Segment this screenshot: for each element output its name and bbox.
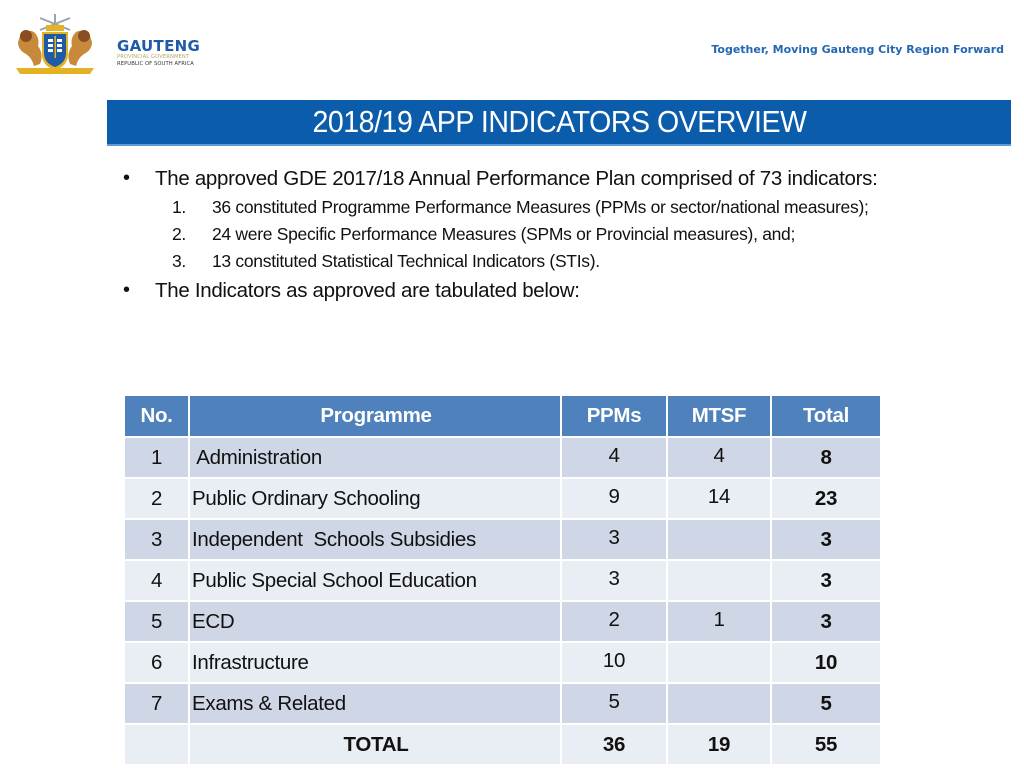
table-row: 5 ECD 2 1 3 (123, 600, 882, 643)
bullet-item: • The approved GDE 2017/18 Annual Perfor… (120, 163, 980, 194)
cell-ppms: 5 (560, 682, 668, 725)
cell-programme: Public Ordinary Schooling (188, 477, 562, 520)
cell-no: 1 (123, 436, 190, 479)
cell-mtsf: 4 (666, 436, 772, 479)
cell-ppms: 4 (560, 436, 668, 479)
header-total: Total (770, 394, 882, 438)
total-label: TOTAL (188, 723, 562, 766)
cell-mtsf: 14 (666, 477, 772, 520)
list-item: 3. 13 constituted Statistical Technical … (172, 248, 980, 275)
table-row: 6 Infrastructure 10 10 (123, 641, 882, 684)
table-row: 7 Exams & Related 5 5 (123, 682, 882, 725)
header-no: No. (123, 394, 190, 438)
gauteng-logo: GAUTENG PROVINCIAL GOVERNMENT REPUBLIC O… (10, 12, 200, 78)
indicators-table: No. Programme PPMs MTSF Total 1 Administ… (123, 394, 882, 766)
table-header-row: No. Programme PPMs MTSF Total (123, 394, 882, 438)
cell-programme: Public Special School Education (188, 559, 562, 602)
numbered-list: 1. 36 constituted Programme Performance … (120, 194, 980, 275)
cell-total: 3 (770, 518, 882, 561)
bullet-text: The Indicators as approved are tabulated… (155, 279, 580, 302)
header-programme: Programme (188, 394, 562, 438)
cell-programme: Independent Schools Subsidies (188, 518, 562, 561)
cell-no (123, 723, 190, 766)
total-ppms: 36 (560, 723, 668, 766)
cell-total: 5 (770, 682, 882, 725)
cell-total: 23 (770, 477, 882, 520)
list-text: 36 constituted Programme Performance Mea… (212, 197, 869, 217)
list-number: 3. (172, 251, 186, 271)
list-text: 13 constituted Statistical Technical Ind… (212, 251, 600, 271)
title-bar: 2018/19 APP INDICATORS OVERVIEW (107, 100, 1011, 146)
total-mtsf: 19 (666, 723, 772, 766)
table-total-row: TOTAL 36 19 55 (123, 723, 882, 766)
cell-no: 2 (123, 477, 190, 520)
brand-name: GAUTENG (117, 37, 201, 55)
cell-no: 5 (123, 600, 190, 643)
cell-no: 4 (123, 559, 190, 602)
cell-programme: Infrastructure (188, 641, 562, 684)
cell-total: 3 (770, 559, 882, 602)
cell-no: 3 (123, 518, 190, 561)
cell-programme: Exams & Related (188, 682, 562, 725)
list-text: 24 were Specific Performance Measures (S… (212, 224, 796, 244)
list-item: 1. 36 constituted Programme Performance … (172, 194, 980, 221)
cell-programme: Administration (188, 436, 562, 479)
cell-ppms: 2 (560, 600, 668, 643)
cell-mtsf: 1 (666, 600, 772, 643)
cell-ppms: 10 (560, 641, 668, 684)
body-content: • The approved GDE 2017/18 Annual Perfor… (120, 163, 980, 306)
cell-ppms: 3 (560, 559, 668, 602)
cell-total: 10 (770, 641, 882, 684)
brand-block: GAUTENG PROVINCIAL GOVERNMENT REPUBLIC O… (117, 38, 200, 68)
header-ppms: PPMs (560, 394, 668, 438)
cell-mtsf (666, 559, 772, 602)
table-row: 4 Public Special School Education 3 3 (123, 559, 882, 602)
list-number: 1. (172, 197, 186, 217)
cell-no: 6 (123, 641, 190, 684)
total-total: 55 (770, 723, 882, 766)
brand-country: REPUBLIC OF SOUTH AFRICA (117, 61, 194, 67)
table-row: 2 Public Ordinary Schooling 9 14 23 (123, 477, 882, 520)
cell-mtsf (666, 641, 772, 684)
cell-mtsf (666, 682, 772, 725)
list-item: 2. 24 were Specific Performance Measures… (172, 221, 980, 248)
bullet-item: • The Indicators as approved are tabulat… (120, 275, 980, 306)
cell-total: 3 (770, 600, 882, 643)
bullet-icon: • (123, 167, 130, 189)
cell-programme: ECD (188, 600, 562, 643)
cell-mtsf (666, 518, 772, 561)
cell-no: 7 (123, 682, 190, 725)
table-row: 1 Administration 4 4 8 (123, 436, 882, 479)
tagline: Together, Moving Gauteng City Region For… (711, 43, 1004, 56)
coat-of-arms-icon (16, 14, 94, 74)
bullet-icon: • (123, 279, 130, 301)
cell-ppms: 3 (560, 518, 668, 561)
page-title: 2018/19 APP INDICATORS OVERVIEW (311, 104, 807, 139)
header-mtsf: MTSF (666, 394, 772, 438)
brand-subtitle: PROVINCIAL GOVERNMENT (117, 54, 190, 60)
bullet-text: The approved GDE 2017/18 Annual Performa… (155, 167, 878, 190)
cell-total: 8 (770, 436, 882, 479)
table-row: 3 Independent Schools Subsidies 3 3 (123, 518, 882, 561)
cell-ppms: 9 (560, 477, 668, 520)
list-number: 2. (172, 224, 186, 244)
